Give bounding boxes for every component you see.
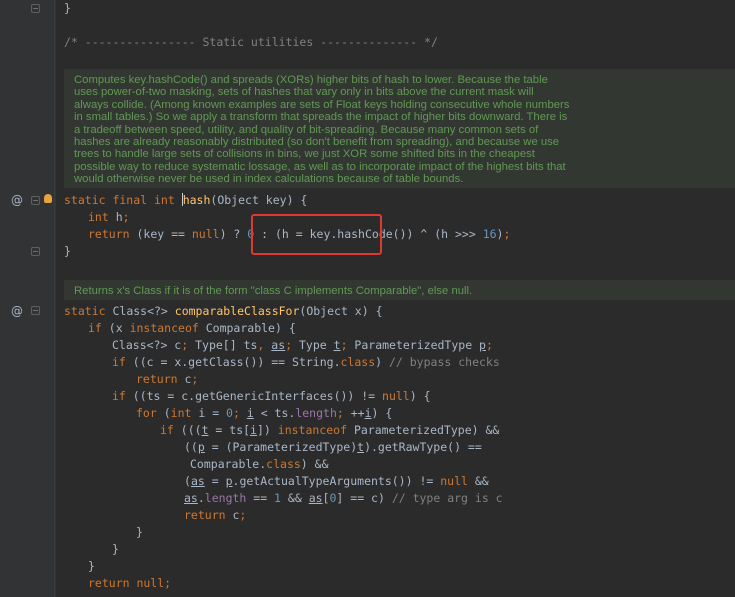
- doc-line: uses power-of-two masking, sets of hashe…: [74, 86, 534, 99]
- code-line: Class<?> c; Type[] ts, as; Type t; Param…: [112, 338, 493, 352]
- lightbulb-icon[interactable]: [44, 194, 52, 203]
- code-line: }: [88, 559, 95, 573]
- doc-line: in small tables.) So we apply a transfor…: [74, 111, 568, 124]
- code-line: static Class<?> comparableClassFor(Objec…: [64, 304, 383, 318]
- code-line: as.length == 1 && as[0] == c) // type ar…: [184, 491, 503, 505]
- code-line: }: [64, 244, 71, 258]
- doc-line: hashes are already reasonably distribute…: [74, 136, 560, 149]
- code-line: if (((t = ts[i]) instanceof Parameterize…: [160, 423, 500, 437]
- code-line: return null;: [88, 576, 172, 590]
- fold-toggle-icon[interactable]: [31, 4, 40, 13]
- code-line: static final int hash(Object key) {: [64, 193, 308, 207]
- override-marker-icon[interactable]: @: [11, 304, 23, 318]
- fold-toggle-icon[interactable]: [31, 306, 40, 315]
- doc-line: always collide. (Among known examples ar…: [74, 98, 570, 111]
- doc-line: a tradeoff between speed, utility, and q…: [74, 123, 539, 136]
- code-line: }: [112, 542, 119, 556]
- fold-toggle-icon[interactable]: [31, 196, 40, 205]
- code-line: for (int i = 0; i < ts.length; ++i) {: [136, 406, 393, 420]
- doc-line: possible way to reduce systematic lossag…: [74, 160, 566, 173]
- section-comment: /* ---------------- Static utilities ---…: [64, 35, 438, 49]
- code-line: if ((ts = c.getGenericInterfaces()) != n…: [112, 389, 431, 403]
- gutter-separator: [54, 0, 55, 597]
- code-line: }: [64, 0, 71, 17]
- doc-line: Computes key.hashCode() and spreads (XOR…: [74, 74, 548, 86]
- override-marker-icon[interactable]: @: [11, 193, 23, 207]
- fold-toggle-icon[interactable]: [31, 247, 40, 256]
- code-line: return c;: [136, 372, 199, 386]
- doc-line: trees to handle large sets of collisions…: [74, 148, 535, 161]
- doc-line: would otherwise never be used in index c…: [74, 173, 464, 186]
- doc-comment-hash: Computes key.hashCode() and spreads (XOR…: [74, 74, 569, 186]
- code-line: }: [136, 525, 143, 539]
- code-line: if ((c = x.getClass()) == String.class) …: [112, 355, 500, 369]
- highlight-box: [251, 214, 382, 255]
- closing-brace: }: [64, 1, 71, 15]
- editor-gutter: [0, 0, 56, 597]
- code-line: if (x instanceof Comparable) {: [88, 321, 296, 335]
- code-line: ((p = (ParameterizedType)t).getRawType()…: [184, 440, 482, 454]
- code-line: return c;: [184, 508, 247, 522]
- code-line: Comparable.class) &&: [190, 457, 329, 471]
- code-line: (as = p.getActualTypeArguments()) != nul…: [184, 474, 489, 488]
- doc-comment-comparable: Returns x's Class if it is of the form "…: [74, 285, 473, 297]
- code-line: int h;: [88, 210, 130, 224]
